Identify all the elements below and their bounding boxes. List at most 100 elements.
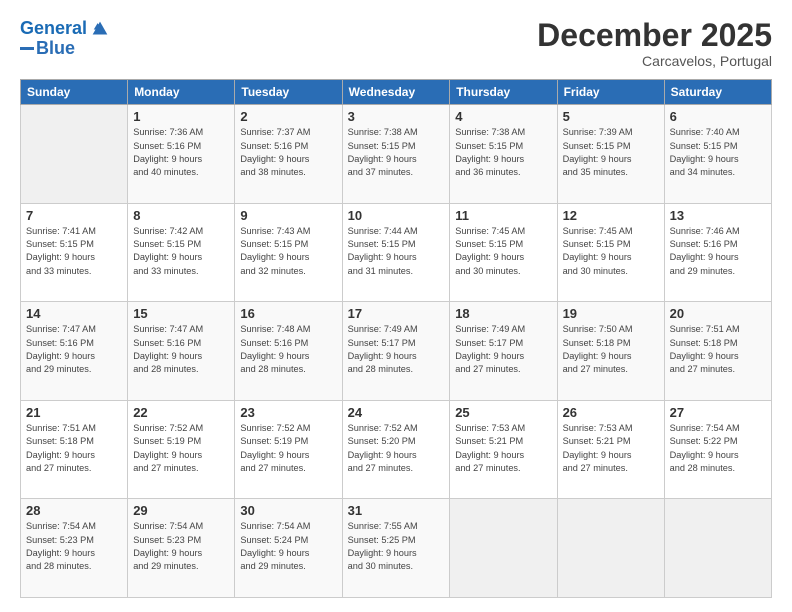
day-info: Sunrise: 7:41 AMSunset: 5:15 PMDaylight:… (26, 225, 122, 278)
day-number: 25 (455, 405, 551, 420)
weekday-header-saturday: Saturday (664, 80, 771, 105)
calendar-day-cell: 20 Sunrise: 7:51 AMSunset: 5:18 PMDayligh… (664, 302, 771, 401)
logo: General Blue (20, 18, 111, 60)
day-info: Sunrise: 7:46 AMSunset: 5:16 PMDaylight:… (670, 225, 766, 278)
calendar-day-cell: 10Sunrise: 7:44 AMSunset: 5:15 PMDayligh… (342, 203, 450, 302)
day-number: 19 (563, 306, 659, 321)
header: General Blue December 2025 Carcavelos, P… (20, 18, 772, 69)
calendar-day-cell: 17 Sunrise: 7:49 AMSunset: 5:17 PMDayligh… (342, 302, 450, 401)
calendar-day-cell: 25 Sunrise: 7:53 AMSunset: 5:21 PMDayligh… (450, 400, 557, 499)
day-number: 2 (240, 109, 336, 124)
weekday-header-friday: Friday (557, 80, 664, 105)
day-info: Sunrise: 7:38 AMSunset: 5:15 PMDaylight:… (348, 126, 445, 179)
calendar-day-cell: 12Sunrise: 7:45 AMSunset: 5:15 PMDayligh… (557, 203, 664, 302)
day-number: 4 (455, 109, 551, 124)
day-number: 17 (348, 306, 445, 321)
day-number: 16 (240, 306, 336, 321)
calendar-week-row: 21Sunrise: 7:51 AMSunset: 5:18 PMDayligh… (21, 400, 772, 499)
day-info: Sunrise: 7:40 AMSunset: 5:15 PMDaylight:… (670, 126, 766, 179)
day-info: Sunrise: 7:45 AMSunset: 5:15 PMDaylight:… (455, 225, 551, 278)
calendar-day-cell: 11 Sunrise: 7:45 AMSunset: 5:15 PMDayligh… (450, 203, 557, 302)
day-number: 27 (670, 405, 766, 420)
day-info: Sunrise: 7:44 AMSunset: 5:15 PMDaylight:… (348, 225, 445, 278)
day-number: 9 (240, 208, 336, 223)
day-number: 20 (670, 306, 766, 321)
calendar-day-cell: 16 Sunrise: 7:48 AMSunset: 5:16 PMDayligh… (235, 302, 342, 401)
day-number: 24 (348, 405, 445, 420)
calendar-week-row: 7Sunrise: 7:41 AMSunset: 5:15 PMDaylight… (21, 203, 772, 302)
day-info: Sunrise: 7:54 AMSunset: 5:24 PMDaylight:… (240, 520, 336, 573)
calendar-day-cell: 14 Sunrise: 7:47 AMSunset: 5:16 PMDayligh… (21, 302, 128, 401)
day-info: Sunrise: 7:52 AMSunset: 5:19 PMDaylight:… (133, 422, 229, 475)
calendar-day-cell: 30 Sunrise: 7:54 AMSunset: 5:24 PMDayligh… (235, 499, 342, 598)
calendar-day-cell: 7Sunrise: 7:41 AMSunset: 5:15 PMDaylight… (21, 203, 128, 302)
calendar-day-cell: 24Sunrise: 7:52 AMSunset: 5:20 PMDayligh… (342, 400, 450, 499)
weekday-header-row: SundayMondayTuesdayWednesdayThursdayFrid… (21, 80, 772, 105)
calendar-day-cell (450, 499, 557, 598)
day-info: Sunrise: 7:54 AMSunset: 5:22 PMDaylight:… (670, 422, 766, 475)
day-info: Sunrise: 7:53 AMSunset: 5:21 PMDaylight:… (455, 422, 551, 475)
calendar-day-cell: 21Sunrise: 7:51 AMSunset: 5:18 PMDayligh… (21, 400, 128, 499)
day-info: Sunrise: 7:55 AMSunset: 5:25 PMDaylight:… (348, 520, 445, 573)
day-number: 11 (455, 208, 551, 223)
day-info: Sunrise: 7:39 AMSunset: 5:15 PMDaylight:… (563, 126, 659, 179)
calendar-day-cell: 23Sunrise: 7:52 AMSunset: 5:19 PMDayligh… (235, 400, 342, 499)
calendar-day-cell: 8 Sunrise: 7:42 AMSunset: 5:15 PMDaylight… (128, 203, 235, 302)
day-number: 12 (563, 208, 659, 223)
day-info: Sunrise: 7:49 AMSunset: 5:17 PMDaylight:… (455, 323, 551, 376)
day-number: 13 (670, 208, 766, 223)
day-number: 31 (348, 503, 445, 518)
day-number: 23 (240, 405, 336, 420)
day-number: 3 (348, 109, 445, 124)
day-info: Sunrise: 7:54 AMSunset: 5:23 PMDaylight:… (133, 520, 229, 573)
calendar-day-cell: 13 Sunrise: 7:46 AMSunset: 5:16 PMDayligh… (664, 203, 771, 302)
calendar-day-cell: 9 Sunrise: 7:43 AMSunset: 5:15 PMDaylight… (235, 203, 342, 302)
calendar-day-cell: 22 Sunrise: 7:52 AMSunset: 5:19 PMDayligh… (128, 400, 235, 499)
calendar-week-row: 28Sunrise: 7:54 AMSunset: 5:23 PMDayligh… (21, 499, 772, 598)
calendar-day-cell (664, 499, 771, 598)
day-number: 8 (133, 208, 229, 223)
day-number: 26 (563, 405, 659, 420)
day-info: Sunrise: 7:42 AMSunset: 5:15 PMDaylight:… (133, 225, 229, 278)
calendar-day-cell: 28Sunrise: 7:54 AMSunset: 5:23 PMDayligh… (21, 499, 128, 598)
location-subtitle: Carcavelos, Portugal (537, 53, 772, 69)
day-number: 22 (133, 405, 229, 420)
calendar-week-row: 14 Sunrise: 7:47 AMSunset: 5:16 PMDayligh… (21, 302, 772, 401)
calendar-day-cell: 18 Sunrise: 7:49 AMSunset: 5:17 PMDayligh… (450, 302, 557, 401)
day-number: 1 (133, 109, 229, 124)
calendar-day-cell: 2Sunrise: 7:37 AMSunset: 5:16 PMDaylight… (235, 105, 342, 204)
day-info: Sunrise: 7:51 AMSunset: 5:18 PMDaylight:… (670, 323, 766, 376)
calendar-day-cell: 3 Sunrise: 7:38 AMSunset: 5:15 PMDaylight… (342, 105, 450, 204)
calendar-day-cell: 1 Sunrise: 7:36 AMSunset: 5:16 PMDaylight… (128, 105, 235, 204)
calendar-day-cell: 29 Sunrise: 7:54 AMSunset: 5:23 PMDayligh… (128, 499, 235, 598)
day-number: 15 (133, 306, 229, 321)
day-info: Sunrise: 7:36 AMSunset: 5:16 PMDaylight:… (133, 126, 229, 179)
day-number: 18 (455, 306, 551, 321)
title-block: December 2025 Carcavelos, Portugal (537, 18, 772, 69)
day-info: Sunrise: 7:47 AMSunset: 5:16 PMDaylight:… (26, 323, 122, 376)
calendar-day-cell: 26Sunrise: 7:53 AMSunset: 5:21 PMDayligh… (557, 400, 664, 499)
day-number: 6 (670, 109, 766, 124)
day-info: Sunrise: 7:47 AMSunset: 5:16 PMDaylight:… (133, 323, 229, 376)
day-info: Sunrise: 7:43 AMSunset: 5:15 PMDaylight:… (240, 225, 336, 278)
logo-blue-text: Blue (36, 38, 75, 60)
day-number: 21 (26, 405, 122, 420)
day-number: 14 (26, 306, 122, 321)
day-number: 29 (133, 503, 229, 518)
weekday-header-monday: Monday (128, 80, 235, 105)
day-number: 30 (240, 503, 336, 518)
calendar-day-cell: 31 Sunrise: 7:55 AMSunset: 5:25 PMDayligh… (342, 499, 450, 598)
calendar-day-cell (557, 499, 664, 598)
day-info: Sunrise: 7:49 AMSunset: 5:17 PMDaylight:… (348, 323, 445, 376)
day-info: Sunrise: 7:48 AMSunset: 5:16 PMDaylight:… (240, 323, 336, 376)
day-info: Sunrise: 7:38 AMSunset: 5:15 PMDaylight:… (455, 126, 551, 179)
calendar-day-cell: 27 Sunrise: 7:54 AMSunset: 5:22 PMDayligh… (664, 400, 771, 499)
calendar-day-cell: 19Sunrise: 7:50 AMSunset: 5:18 PMDayligh… (557, 302, 664, 401)
logo-icon (89, 18, 111, 40)
weekday-header-tuesday: Tuesday (235, 80, 342, 105)
calendar-table: SundayMondayTuesdayWednesdayThursdayFrid… (20, 79, 772, 598)
weekday-header-wednesday: Wednesday (342, 80, 450, 105)
calendar-week-row: 1 Sunrise: 7:36 AMSunset: 5:16 PMDaylight… (21, 105, 772, 204)
calendar-day-cell: 15 Sunrise: 7:47 AMSunset: 5:16 PMDayligh… (128, 302, 235, 401)
calendar-day-cell: 5Sunrise: 7:39 AMSunset: 5:15 PMDaylight… (557, 105, 664, 204)
